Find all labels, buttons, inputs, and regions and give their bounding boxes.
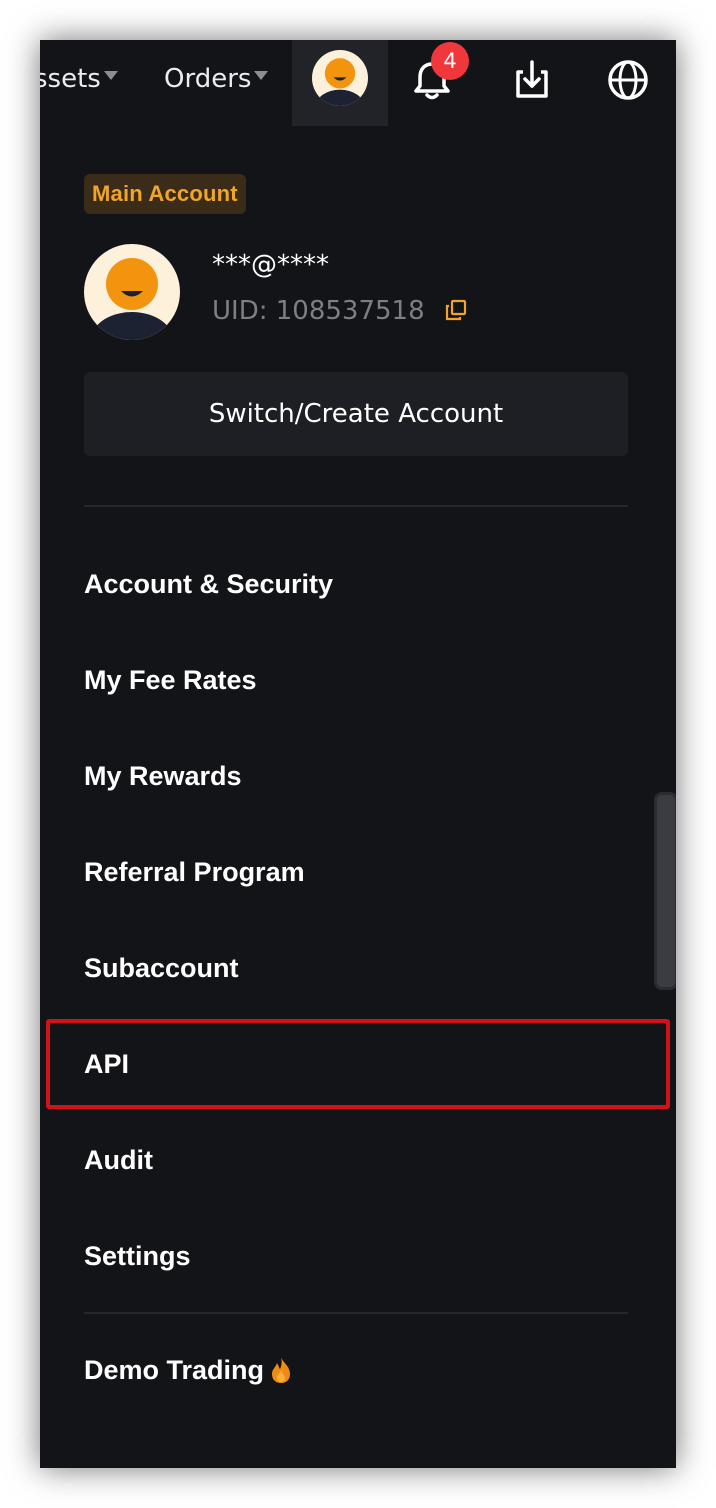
nav-orders-label: Orders: [164, 64, 252, 94]
download-icon[interactable]: [510, 58, 554, 102]
menu-item-audit[interactable]: Audit: [84, 1140, 153, 1180]
menu-item-account-security[interactable]: Account & Security: [84, 564, 333, 604]
nav-assets-label: ssets: [40, 64, 101, 94]
caret-down-icon: [103, 71, 118, 80]
top-navigation: ssets Orders 4: [40, 40, 676, 126]
nav-assets[interactable]: ssets: [40, 64, 118, 94]
copy-icon[interactable]: [444, 298, 468, 322]
avatar-icon: [84, 244, 180, 340]
menu-item-my-rewards[interactable]: My Rewards: [84, 756, 242, 796]
main-account-badge: Main Account: [84, 174, 246, 214]
account-uid: UID: 108537518: [212, 296, 425, 326]
account-dropdown-panel: ssets Orders 4 Main Account ***@**** UID…: [40, 40, 676, 1468]
menu-item-demo-trading[interactable]: Demo Trading: [84, 1350, 292, 1390]
switch-create-account-button[interactable]: Switch/Create Account: [84, 372, 628, 456]
divider: [84, 505, 628, 507]
menu-item-referral-program[interactable]: Referral Program: [84, 852, 305, 892]
menu-item-my-fee-rates[interactable]: My Fee Rates: [84, 660, 257, 700]
globe-icon[interactable]: [606, 58, 650, 102]
account-email: ***@****: [212, 250, 329, 280]
demo-trading-label: Demo Trading: [84, 1355, 265, 1385]
menu-item-settings[interactable]: Settings: [84, 1236, 191, 1276]
api-highlight-box: [46, 1019, 670, 1109]
profile-tab[interactable]: [292, 40, 388, 126]
avatar-icon: [312, 50, 368, 106]
notification-count-badge: 4: [431, 42, 469, 80]
scrollbar[interactable]: [654, 792, 676, 990]
menu-item-subaccount[interactable]: Subaccount: [84, 948, 239, 988]
nav-orders[interactable]: Orders: [164, 64, 269, 94]
caret-down-icon: [254, 71, 269, 80]
fire-icon: [272, 1356, 291, 1383]
divider: [84, 1312, 628, 1314]
